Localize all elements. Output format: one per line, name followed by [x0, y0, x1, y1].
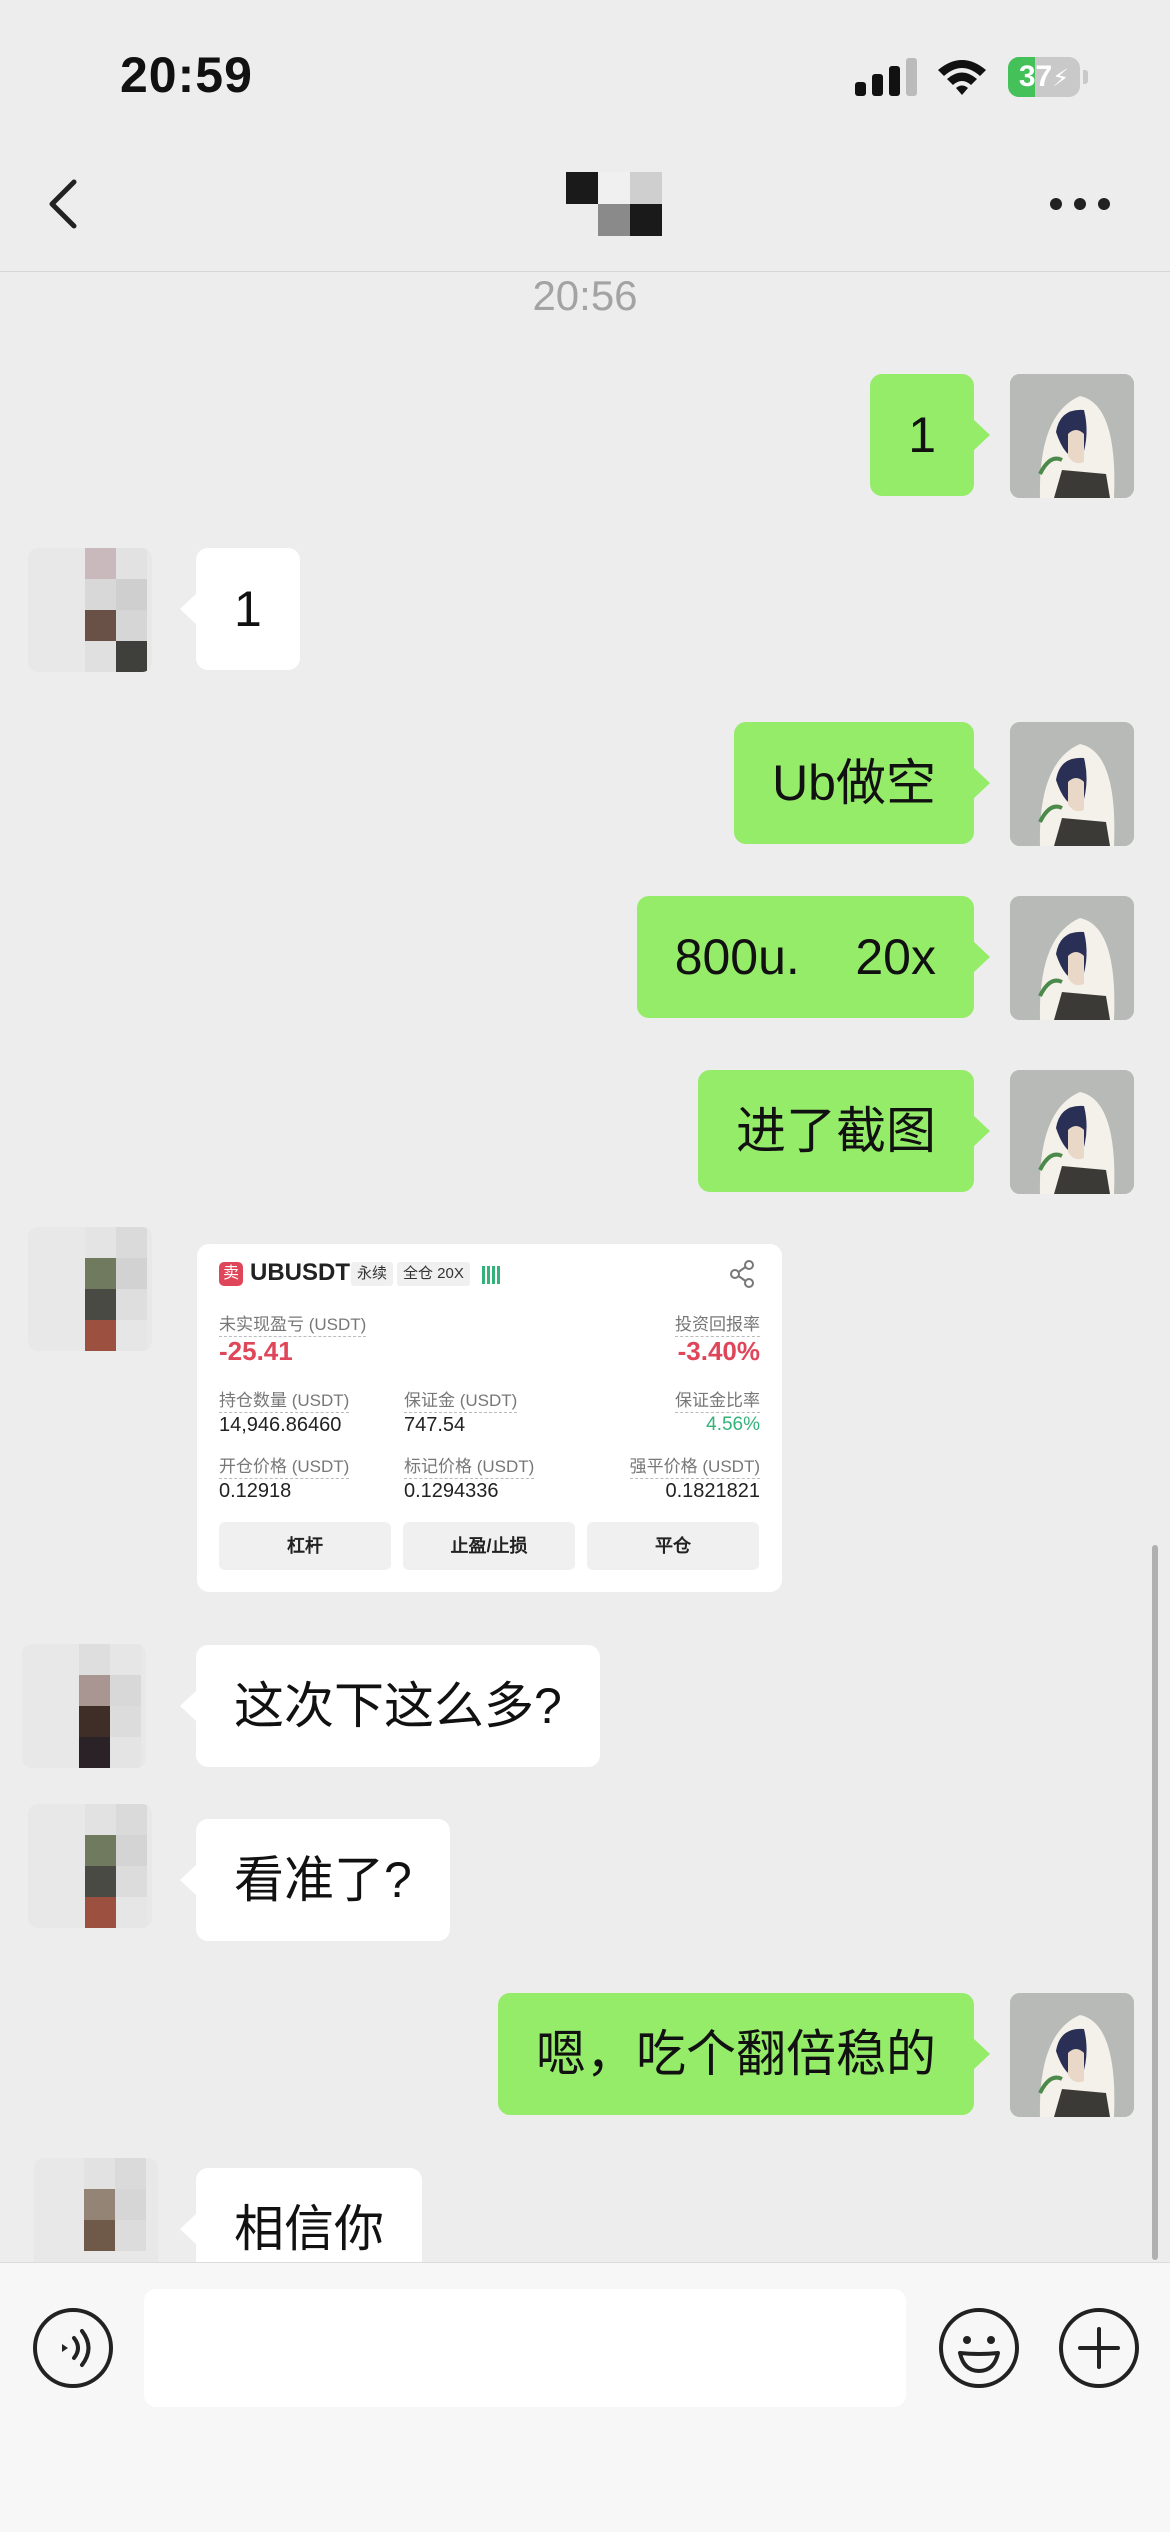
message-input[interactable]: [144, 2289, 906, 2407]
hooded-character-icon: [1010, 1070, 1134, 1194]
my-avatar[interactable]: [1010, 1993, 1134, 2117]
mark-price-value: 0.1294336: [404, 1480, 499, 1502]
mark-price-label: 标记价格 (USDT): [404, 1452, 535, 1479]
voice-icon[interactable]: [32, 2307, 114, 2389]
charging-bolt-icon: ⚡: [1052, 65, 1070, 92]
message-bubble-received[interactable]: 相信你: [180, 2168, 422, 2262]
chat-scrollbar[interactable]: [1152, 1545, 1158, 2260]
message-bubble-received[interactable]: 这次下这么多?: [180, 1645, 600, 1767]
peer-avatar[interactable]: [28, 1227, 152, 1351]
peer-avatar[interactable]: [22, 1644, 146, 1768]
signal-icon: [855, 58, 917, 96]
sell-badge: 卖: [219, 1262, 243, 1286]
message-bubble-received[interactable]: 看准了?: [180, 1819, 450, 1941]
hooded-character-icon: [1010, 1993, 1134, 2117]
roi-value: -3.40%: [677, 1336, 760, 1366]
message-list[interactable]: 20:56 1 1 Ub做空 800u. 20x 进了截图 卖 UBUSDT 永…: [0, 272, 1170, 2262]
message-bubble-sent[interactable]: 进了截图: [698, 1070, 990, 1192]
peer-avatar[interactable]: [28, 548, 152, 672]
emoji-icon[interactable]: [938, 2307, 1020, 2389]
my-avatar[interactable]: [1010, 1070, 1134, 1194]
message-bubble-sent[interactable]: 1: [870, 374, 990, 496]
status-bar: 20:59 37⚡: [0, 0, 1170, 140]
unrealized-pnl-value: -25.41: [219, 1336, 293, 1366]
hooded-character-icon: [1010, 374, 1134, 498]
position-size-label: 持仓数量 (USDT): [219, 1386, 350, 1413]
my-avatar[interactable]: [1010, 374, 1134, 498]
message-bubble-sent[interactable]: Ub做空: [734, 722, 990, 844]
peer-avatar[interactable]: [28, 1804, 152, 1928]
margin-ratio-value: 4.56%: [706, 1414, 760, 1435]
plus-icon[interactable]: [1058, 2307, 1140, 2389]
my-avatar[interactable]: [1010, 722, 1134, 846]
peer-avatar[interactable]: [34, 2158, 158, 2262]
liquidation-price-value: 0.1821821: [665, 1480, 760, 1502]
margin-label: 保证金 (USDT): [404, 1386, 518, 1413]
tp-sl-button[interactable]: 止盈/止损: [403, 1522, 575, 1570]
unrealized-pnl-label: 未实现盈亏 (USDT): [219, 1310, 367, 1337]
message-bubble-sent[interactable]: 嗯，吃个翻倍稳的: [498, 1993, 990, 2115]
message-bubble-received[interactable]: 1: [180, 548, 300, 670]
margin-value: 747.54: [404, 1414, 466, 1436]
battery-level: 37: [1018, 60, 1053, 93]
chat-header: [0, 140, 1170, 272]
entry-price-label: 开仓价格 (USDT): [219, 1452, 350, 1479]
wifi-icon: [938, 60, 986, 95]
chat-title-redacted: [566, 172, 662, 236]
margin-ratio-label: 保证金比率: [675, 1386, 760, 1413]
leverage-tag: 全仓 20X: [397, 1262, 470, 1286]
chevron-left-icon[interactable]: [44, 174, 84, 234]
message-bubble-sent[interactable]: 800u. 20x: [636, 896, 991, 1018]
hooded-character-icon: [1010, 722, 1134, 846]
position-screenshot-card[interactable]: 卖 UBUSDT 永续 全仓 20X 未实现盈亏 (USDT) -25.41 投…: [197, 1244, 782, 1592]
strength-bars-icon: [482, 1266, 502, 1284]
hooded-character-icon: [1010, 896, 1134, 1020]
status-time: 20:59: [120, 47, 253, 103]
contract-symbol: UBUSDT: [250, 1259, 350, 1286]
leverage-button[interactable]: 杠杆: [219, 1522, 391, 1570]
my-avatar[interactable]: [1010, 896, 1134, 1020]
more-horizontal-icon[interactable]: [1050, 184, 1110, 224]
battery-charging-icon: 37⚡: [1008, 57, 1088, 97]
position-size-value: 14,946.86460: [219, 1414, 342, 1436]
entry-price-value: 0.12918: [219, 1480, 292, 1502]
roi-label: 投资回报率: [675, 1310, 760, 1337]
share-icon[interactable]: [729, 1260, 755, 1288]
time-divider: 20:56: [532, 272, 638, 319]
input-bar: [0, 2262, 1170, 2532]
perpetual-tag: 永续: [351, 1262, 394, 1286]
liquidation-price-label: 强平价格 (USDT): [629, 1452, 760, 1479]
close-position-button[interactable]: 平仓: [587, 1522, 759, 1570]
